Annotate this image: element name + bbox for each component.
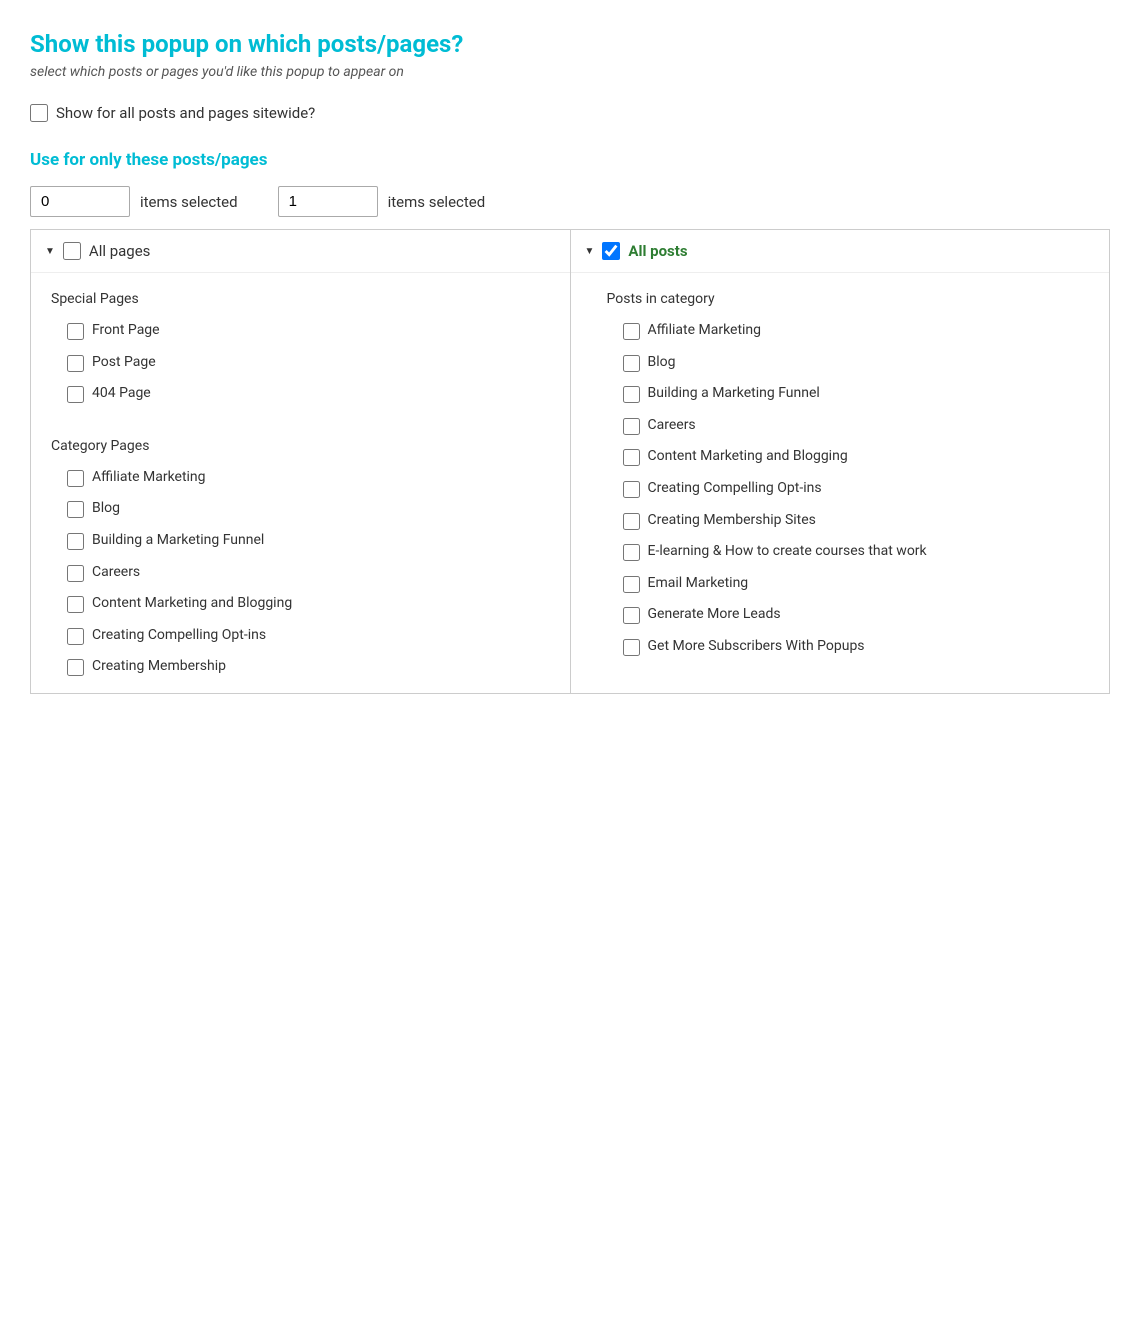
right-careers-label[interactable]: Careers (648, 416, 696, 436)
sitewide-label[interactable]: Show for all posts and pages sitewide? (56, 104, 315, 122)
right-get-subscribers-label[interactable]: Get More Subscribers With Popups (648, 637, 865, 657)
right-creating-compelling-checkbox[interactable] (623, 481, 640, 498)
left-creating-membership-label[interactable]: Creating Membership (92, 657, 226, 677)
left-building-checkbox[interactable] (67, 533, 84, 550)
right-email-marketing-checkbox[interactable] (623, 576, 640, 593)
list-item: Email Marketing (571, 568, 1110, 600)
all-posts-checkbox[interactable] (602, 242, 620, 260)
right-affiliate-checkbox[interactable] (623, 323, 640, 340)
list-item: Generate More Leads (571, 599, 1110, 631)
left-creating-compelling-checkbox[interactable] (67, 628, 84, 645)
right-creating-membership-sites-label[interactable]: Creating Membership Sites (648, 511, 816, 531)
front-page-checkbox[interactable] (67, 323, 84, 340)
right-get-subscribers-checkbox[interactable] (623, 639, 640, 656)
left-affiliate-label[interactable]: Affiliate Marketing (92, 468, 206, 488)
right-blog-checkbox[interactable] (623, 355, 640, 372)
list-item: Creating Membership Sites (571, 505, 1110, 537)
page-title: Show this popup on which posts/pages? (30, 30, 1110, 58)
list-item: Creating Compelling Opt-ins (31, 620, 570, 652)
all-posts-label[interactable]: All posts (628, 242, 687, 260)
left-items-selected-group: items selected (30, 186, 238, 217)
left-careers-label[interactable]: Careers (92, 563, 140, 583)
post-page-checkbox[interactable] (67, 355, 84, 372)
right-creating-membership-sites-checkbox[interactable] (623, 513, 640, 530)
right-items-selected-group: items selected (278, 186, 486, 217)
list-item: Content Marketing and Blogging (31, 588, 570, 620)
list-item: Building a Marketing Funnel (31, 525, 570, 557)
section-heading: Use for only these posts/pages (30, 150, 1110, 170)
right-generate-leads-label[interactable]: Generate More Leads (648, 605, 781, 625)
right-column: ▼ All posts Posts in category Affiliate … (571, 230, 1110, 693)
404-page-label[interactable]: 404 Page (92, 384, 151, 404)
right-elearning-checkbox[interactable] (623, 544, 640, 561)
list-item: Blog (31, 493, 570, 525)
right-building-checkbox[interactable] (623, 386, 640, 403)
right-email-marketing-label[interactable]: Email Marketing (648, 574, 749, 594)
items-selected-row: items selected items selected (30, 186, 1110, 217)
columns-wrapper: ▼ All pages Special Pages Front Page Pos… (30, 229, 1110, 694)
left-special-pages-section: Special Pages Front Page Post Page 404 P… (31, 273, 570, 420)
right-content-marketing-label[interactable]: Content Marketing and Blogging (648, 447, 848, 467)
left-blog-checkbox[interactable] (67, 501, 84, 518)
right-generate-leads-checkbox[interactable] (623, 607, 640, 624)
list-item: Creating Membership (31, 651, 570, 683)
left-affiliate-checkbox[interactable] (67, 470, 84, 487)
list-item: Building a Marketing Funnel (571, 378, 1110, 410)
left-careers-checkbox[interactable] (67, 565, 84, 582)
list-item: Creating Compelling Opt-ins (571, 473, 1110, 505)
post-page-label[interactable]: Post Page (92, 353, 156, 373)
all-pages-checkbox[interactable] (63, 242, 81, 260)
left-column-header: ▼ All pages (31, 230, 570, 273)
all-pages-label[interactable]: All pages (89, 242, 151, 260)
list-item: Blog (571, 347, 1110, 379)
left-creating-compelling-label[interactable]: Creating Compelling Opt-ins (92, 626, 266, 646)
left-category-pages-title: Category Pages (31, 430, 570, 462)
right-arrow-icon: ▼ (585, 246, 595, 257)
404-page-checkbox[interactable] (67, 386, 84, 403)
left-content-marketing-checkbox[interactable] (67, 596, 84, 613)
list-item: E-learning & How to create courses that … (571, 536, 1110, 568)
list-item: Get More Subscribers With Popups (571, 631, 1110, 663)
front-page-label[interactable]: Front Page (92, 321, 160, 341)
right-items-label: items selected (388, 193, 486, 211)
right-posts-in-category-section: Posts in category Affiliate Marketing Bl… (571, 273, 1110, 673)
right-column-header: ▼ All posts (571, 230, 1110, 273)
list-item: Post Page (31, 347, 570, 379)
list-item: Careers (571, 410, 1110, 442)
page-subtitle: select which posts or pages you'd like t… (30, 64, 1110, 80)
list-item: Careers (31, 557, 570, 589)
left-special-pages-title: Special Pages (31, 283, 570, 315)
left-items-label: items selected (140, 193, 238, 211)
right-elearning-label[interactable]: E-learning & How to create courses that … (648, 542, 927, 562)
list-item: Front Page (31, 315, 570, 347)
right-count-input[interactable] (278, 186, 378, 217)
left-arrow-icon: ▼ (45, 246, 55, 257)
left-blog-label[interactable]: Blog (92, 499, 120, 519)
list-item: 404 Page (31, 378, 570, 410)
left-count-input[interactable] (30, 186, 130, 217)
right-building-label[interactable]: Building a Marketing Funnel (648, 384, 820, 404)
left-column: ▼ All pages Special Pages Front Page Pos… (31, 230, 571, 693)
left-category-pages-section: Category Pages Affiliate Marketing Blog … (31, 420, 570, 693)
right-creating-compelling-label[interactable]: Creating Compelling Opt-ins (648, 479, 822, 499)
left-building-label[interactable]: Building a Marketing Funnel (92, 531, 264, 551)
list-item: Affiliate Marketing (571, 315, 1110, 347)
list-item: Affiliate Marketing (31, 462, 570, 494)
right-content-marketing-checkbox[interactable] (623, 449, 640, 466)
list-item: Content Marketing and Blogging (571, 441, 1110, 473)
right-blog-label[interactable]: Blog (648, 353, 676, 373)
right-posts-in-category-title: Posts in category (571, 283, 1110, 315)
right-affiliate-label[interactable]: Affiliate Marketing (648, 321, 762, 341)
sitewide-checkbox[interactable] (30, 104, 48, 122)
right-careers-checkbox[interactable] (623, 418, 640, 435)
left-creating-membership-checkbox[interactable] (67, 659, 84, 676)
sitewide-row: Show for all posts and pages sitewide? (30, 104, 1110, 122)
left-content-marketing-label[interactable]: Content Marketing and Blogging (92, 594, 292, 614)
